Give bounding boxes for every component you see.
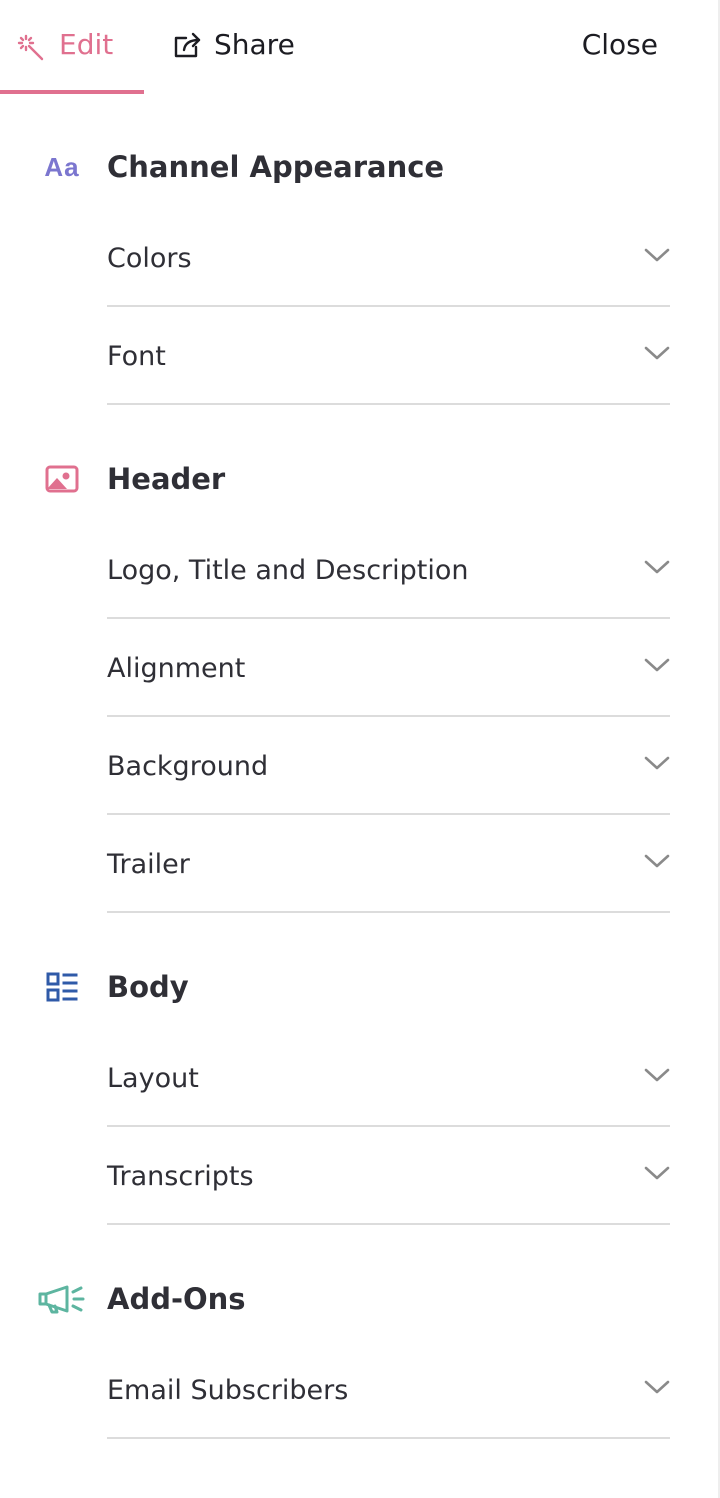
section-title: Body <box>107 970 189 1004</box>
section-title: Channel Appearance <box>107 150 445 184</box>
accordion-item-colors[interactable]: Colors <box>107 209 670 307</box>
accordion-item-alignment[interactable]: Alignment <box>107 619 670 717</box>
tab-share-label: Share <box>214 28 295 61</box>
list-layout-icon <box>40 969 84 1005</box>
magic-wand-icon <box>16 33 48 65</box>
active-tab-indicator <box>0 90 144 94</box>
accordion-item-label: Layout <box>107 1063 199 1094</box>
accordion-item-label: Email Subscribers <box>107 1375 349 1406</box>
accordion-item-label: Font <box>107 341 166 372</box>
accordion-item-label: Background <box>107 751 269 782</box>
chevron-down-icon <box>644 1166 670 1180</box>
section-add-ons: Add-Ons <box>0 1269 720 1329</box>
chevron-down-icon <box>644 1068 670 1082</box>
accordion-item-email-subscribers[interactable]: Email Subscribers <box>107 1341 670 1439</box>
accordion-item-trailer[interactable]: Trailer <box>107 815 670 913</box>
accordion-item-label: Trailer <box>107 849 190 880</box>
accordion-item-layout[interactable]: Layout <box>107 1029 670 1127</box>
accordion-item-label: Colors <box>107 243 192 274</box>
tab-edit[interactable]: Edit <box>0 0 144 94</box>
accordion-item-label: Transcripts <box>107 1161 254 1192</box>
chevron-down-icon <box>644 560 670 574</box>
section-title: Header <box>107 462 226 496</box>
accordion-item-font[interactable]: Font <box>107 307 670 405</box>
top-bar: Edit Share Close <box>0 0 720 94</box>
image-icon <box>40 461 84 497</box>
accordion-item-logo-title-description[interactable]: Logo, Title and Description <box>107 521 670 619</box>
section-header: Header <box>0 449 720 509</box>
text-style-icon-glyph: Aa <box>44 151 80 182</box>
chevron-down-icon <box>644 346 670 360</box>
chevron-down-icon <box>644 658 670 672</box>
tab-edit-label: Edit <box>59 28 114 61</box>
chevron-down-icon <box>644 854 670 868</box>
chevron-down-icon <box>644 756 670 770</box>
share-icon <box>172 31 204 63</box>
accordion-item-background[interactable]: Background <box>107 717 670 815</box>
text-style-icon: Aa <box>40 149 84 185</box>
accordion-item-label: Alignment <box>107 653 246 684</box>
section-channel-appearance: Aa Channel Appearance <box>0 137 720 197</box>
chevron-down-icon <box>644 248 670 262</box>
chevron-down-icon <box>644 1380 670 1394</box>
close-button[interactable]: Close <box>582 27 658 63</box>
accordion-item-label: Logo, Title and Description <box>107 555 469 586</box>
accordion-item-transcripts[interactable]: Transcripts <box>107 1127 670 1225</box>
section-body: Body <box>0 957 720 1017</box>
megaphone-icon <box>36 1281 88 1317</box>
section-title: Add-Ons <box>107 1282 246 1316</box>
